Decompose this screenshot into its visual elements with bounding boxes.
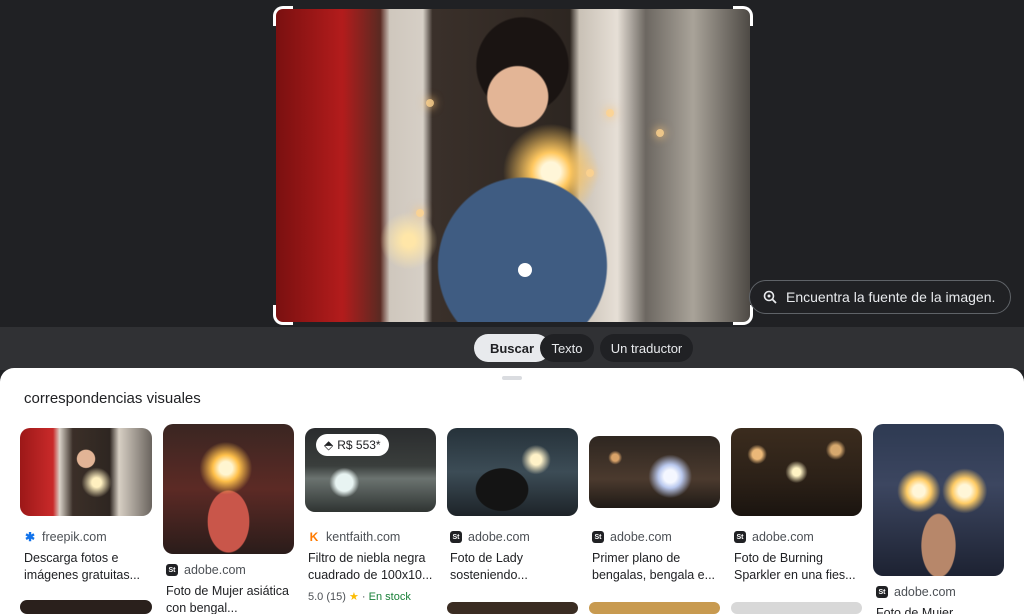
find-source-label: Encuentra la fuente de la imagen. <box>786 289 996 305</box>
query-image <box>276 9 750 322</box>
result-thumbnail[interactable] <box>731 602 862 614</box>
adobe-stock-favicon-icon: St <box>166 564 178 576</box>
results-heading: correspondencias visuales <box>24 390 201 407</box>
tab-texto[interactable]: Texto <box>540 334 594 362</box>
bokeh-light <box>416 209 424 217</box>
result-thumbnail[interactable] <box>731 428 862 516</box>
result-thumbnail[interactable] <box>163 424 294 554</box>
tab-traductor[interactable]: Un traductor <box>600 334 693 362</box>
result-title[interactable]: Filtro de niebla negra cuadrado de 100x1… <box>308 550 438 584</box>
result-title[interactable]: Primer plano de bengalas, bengala e... <box>592 550 722 584</box>
freepik-favicon-icon: ✱ <box>24 530 36 544</box>
bokeh-light <box>586 169 594 177</box>
stock-status: En stock <box>368 591 411 603</box>
result-title[interactable]: Foto de Mujer asiática con bengal... <box>166 583 296 614</box>
result-thumbnail[interactable] <box>589 436 720 508</box>
bokeh-light <box>426 99 434 107</box>
adobe-stock-favicon-icon: St <box>734 531 746 543</box>
result-source[interactable]: St adobe.com <box>876 585 956 599</box>
result-thumbnail[interactable] <box>589 602 720 614</box>
result-source[interactable]: K kentfaith.com <box>308 530 401 544</box>
result-title[interactable]: Descarga fotos e imágenes gratuitas... <box>24 550 154 584</box>
result-thumbnail[interactable] <box>873 424 1004 576</box>
result-thumbnail[interactable] <box>20 428 152 516</box>
price-badge: ⬘ R$ 553* <box>316 434 389 456</box>
crop-handle-bottom-left[interactable] <box>273 305 293 325</box>
result-thumbnail[interactable] <box>20 600 152 614</box>
image-search-icon <box>763 290 777 304</box>
image-viewer <box>0 0 1024 327</box>
crop-handle-bottom-right[interactable] <box>733 305 753 325</box>
crop-center-handle[interactable] <box>518 263 532 277</box>
crop-handle-top-left[interactable] <box>273 6 293 26</box>
find-image-source-button[interactable]: Encuentra la fuente de la imagen. <box>749 280 1011 314</box>
star-icon: ★ <box>348 591 359 603</box>
drag-handle[interactable] <box>502 376 522 380</box>
result-title[interactable]: Foto de Burning Sparkler en una fies... <box>734 550 864 584</box>
result-source[interactable]: St adobe.com <box>734 530 814 544</box>
kentfaith-favicon-icon: K <box>309 530 319 544</box>
result-source[interactable]: St adobe.com <box>592 530 672 544</box>
bokeh-light <box>606 109 614 117</box>
result-source[interactable]: St adobe.com <box>450 530 530 544</box>
result-title[interactable]: Foto de Mujer <box>876 605 1006 614</box>
result-title[interactable]: Foto de Lady sosteniendo... <box>450 550 580 584</box>
result-thumbnail[interactable] <box>447 428 578 516</box>
crop-handle-top-right[interactable] <box>733 6 753 26</box>
price-tag-icon: ⬘ <box>324 438 334 452</box>
result-source[interactable]: St adobe.com <box>166 563 246 577</box>
product-rating: 5.0 (15) ★ · En stock <box>308 591 411 603</box>
result-source[interactable]: ✱ freepik.com <box>24 530 107 544</box>
adobe-stock-favicon-icon: St <box>876 586 888 598</box>
adobe-stock-favicon-icon: St <box>592 531 604 543</box>
result-thumbnail[interactable] <box>447 602 578 614</box>
tab-buscar[interactable]: Buscar <box>474 334 550 362</box>
bokeh-light <box>656 129 664 137</box>
adobe-stock-favicon-icon: St <box>450 531 462 543</box>
